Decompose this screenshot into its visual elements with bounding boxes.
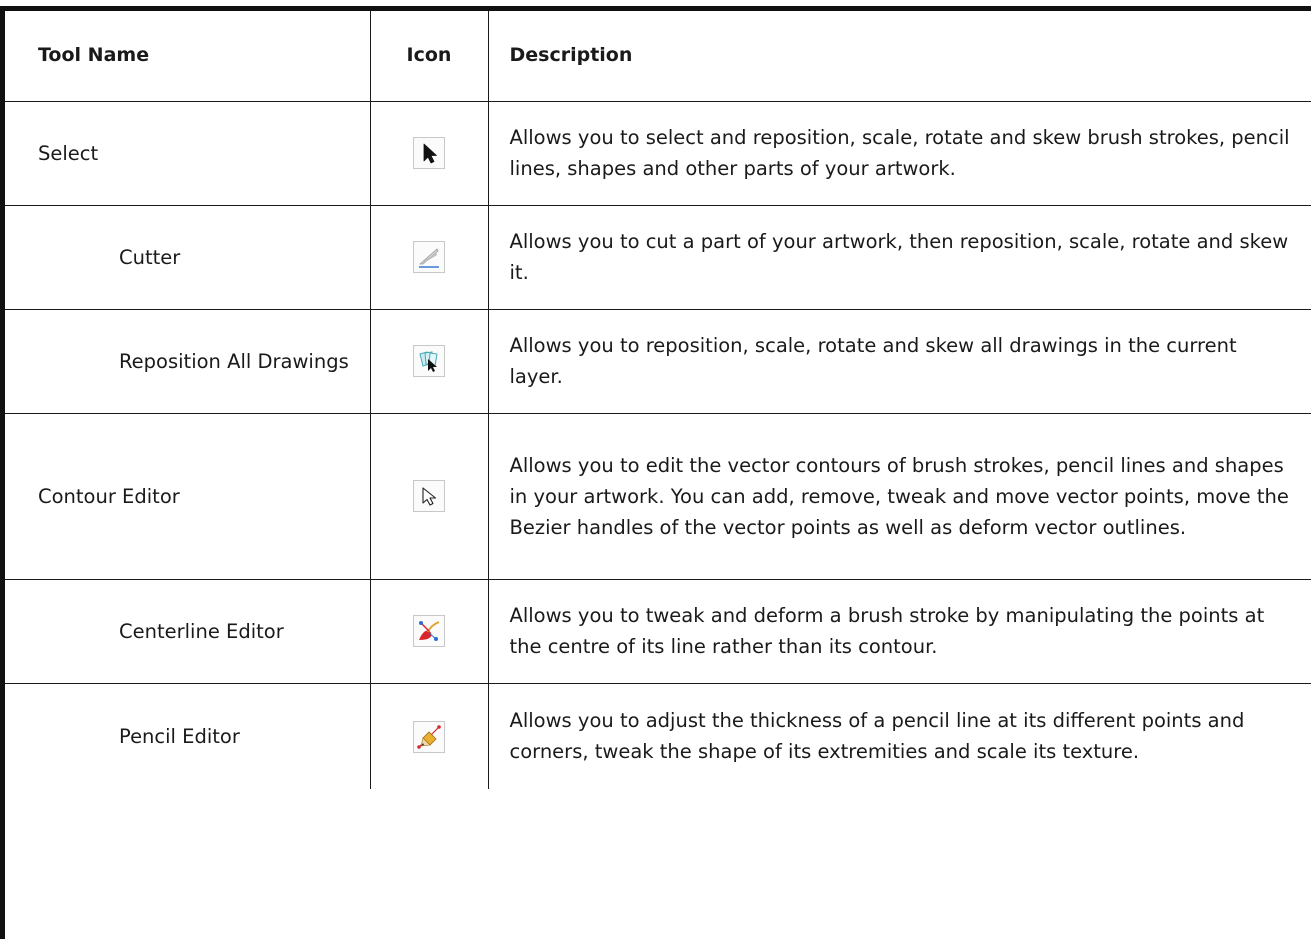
reposition-all-drawings-icon	[413, 345, 445, 378]
pencil-editor-icon	[413, 720, 445, 753]
table-header-row: Tool Name Icon Description	[5, 11, 1311, 102]
header-description: Description	[488, 11, 1311, 102]
cutter-icon	[413, 241, 445, 274]
table-row: Reposition All Drawings Allows you to re…	[5, 309, 1311, 414]
tool-name: Contour Editor	[5, 413, 371, 580]
header-icon: Icon	[370, 11, 489, 102]
tool-description: Allows you to reposition, scale, rotate …	[488, 309, 1311, 414]
table-row: Cutter Allows you to cut a part of your …	[5, 205, 1311, 310]
contour-editor-icon	[413, 480, 445, 513]
centerline-editor-icon	[413, 615, 445, 648]
tool-description: Allows you to edit the vector contours o…	[488, 413, 1311, 580]
table-row: Pencil Editor Allows you to adjust the t…	[5, 683, 1311, 789]
tools-table: Tool Name Icon Description Select Allows…	[5, 11, 1311, 789]
tool-name: Centerline Editor	[5, 579, 371, 684]
table-row: Centerline Editor Allows you to tweak an…	[5, 579, 1311, 684]
tool-name: Pencil Editor	[5, 683, 371, 789]
select-arrow-icon	[413, 137, 445, 170]
header-tool-name: Tool Name	[5, 11, 371, 102]
tool-name: Reposition All Drawings	[5, 309, 371, 414]
table-row: Select Allows you to select and repositi…	[5, 101, 1311, 206]
tool-description: Allows you to select and reposition, sca…	[488, 101, 1311, 206]
tool-description: Allows you to tweak and deform a brush s…	[488, 579, 1311, 684]
tool-description: Allows you to cut a part of your artwork…	[488, 205, 1311, 310]
tool-description: Allows you to adjust the thickness of a …	[488, 683, 1311, 789]
table-row: Contour Editor Allows you to edit the ve…	[5, 413, 1311, 580]
tool-name: Select	[5, 101, 371, 206]
tool-name: Cutter	[5, 205, 371, 310]
